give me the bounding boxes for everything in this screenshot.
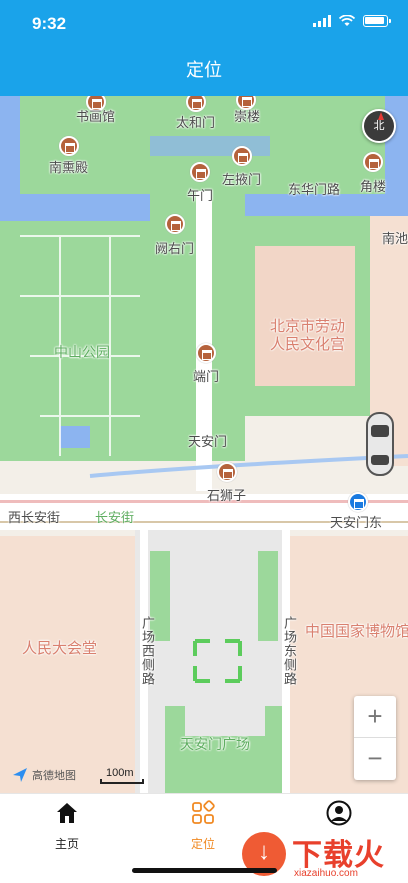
map-logo-text: 高德地图	[32, 770, 76, 782]
status-bar: 9:32	[0, 0, 408, 48]
tab-home[interactable]: 主页	[27, 800, 107, 852]
user-icon	[326, 800, 352, 826]
home-indicator	[132, 868, 277, 873]
label-zhongshan-park: 中山公园	[54, 344, 110, 360]
home-icon	[57, 803, 77, 823]
label-wumen: 午门	[187, 188, 214, 203]
nav-bar: 定位	[0, 48, 408, 96]
label-workers-palace: 北京市劳动人民文化宫	[270, 318, 346, 353]
poi-marker-metro[interactable]	[348, 492, 368, 512]
label-chonglou: 崇楼	[234, 109, 261, 124]
label-duanmen: 端门	[193, 369, 220, 384]
poi-marker-zuoyemen[interactable]	[232, 146, 252, 166]
tab-locate[interactable]: 定位	[163, 800, 243, 852]
label-taihemen: 太和门	[176, 115, 216, 130]
label-tiananmen: 天安门	[188, 434, 228, 449]
label-great-hall: 人民大会堂	[22, 640, 98, 657]
signal-icon	[313, 15, 331, 27]
map-scale: 100m	[100, 767, 146, 785]
scale-bar	[100, 779, 144, 784]
status-time: 9:32	[32, 14, 67, 33]
compass-north-label: 北	[373, 120, 385, 132]
scale-label: 100m	[106, 767, 134, 779]
label-changanjie: 长安街	[95, 510, 135, 525]
poi-marker-duanmen[interactable]	[196, 343, 216, 363]
zoom-control: + −	[354, 696, 396, 780]
label-queyoumen: 阙右门	[155, 241, 195, 256]
zoom-in-button[interactable]: +	[354, 696, 396, 738]
poi-marker-shishizi[interactable]	[217, 462, 237, 482]
label-nanchi: 南池	[382, 231, 408, 246]
tab-home-label: 主页	[54, 837, 79, 851]
label-jiaolou: 角楼	[360, 179, 387, 194]
label-national-museum: 中国国家博物馆	[305, 623, 408, 640]
label-tiananmen-square: 天安门广场	[180, 736, 250, 752]
poi-marker-jiaolou[interactable]	[363, 152, 383, 172]
label-tiananmen-east: 天安门东	[330, 515, 383, 530]
label-donghuamen-road: 东华门路	[288, 182, 341, 197]
zoom-out-button[interactable]: −	[354, 738, 396, 780]
compass-button[interactable]: 北	[362, 109, 396, 143]
map-logo: 高德地图	[12, 767, 76, 783]
status-icons	[313, 15, 391, 27]
poi-marker-wumen[interactable]	[190, 162, 210, 182]
label-nanxundian: 南熏殿	[49, 160, 89, 175]
label-shuhuaguan: 书画馆	[76, 109, 116, 124]
label-shishizi: 石狮子	[207, 488, 247, 503]
car-location-icon	[366, 412, 394, 476]
map-view[interactable]: 书画馆 太和门 崇楼 南熏殿 左掖门 午门 东华门路 角楼 阙右门 南池 北京市…	[0, 96, 408, 793]
tab-locate-label: 定位	[190, 837, 215, 851]
label-zuoyemen: 左掖门	[222, 172, 262, 187]
watermark-sub: xiazaihuo.com	[294, 868, 358, 879]
amap-arrow-icon	[13, 768, 27, 782]
page-title: 定位	[186, 60, 222, 80]
label-guangchang-west: 广场西侧路	[140, 616, 155, 686]
watermark: 下载火 xiazaihuo.com	[240, 830, 408, 883]
poi-marker-queyoumen[interactable]	[165, 214, 185, 234]
battery-icon	[363, 15, 391, 27]
wifi-icon	[339, 15, 355, 26]
label-guangchang-east: 广场东侧路	[282, 616, 297, 686]
tab-profile[interactable]	[299, 800, 379, 831]
label-xichangan: 西长安街	[8, 510, 61, 525]
poi-marker-nanxundian[interactable]	[59, 136, 79, 156]
grid-icon	[192, 800, 215, 824]
